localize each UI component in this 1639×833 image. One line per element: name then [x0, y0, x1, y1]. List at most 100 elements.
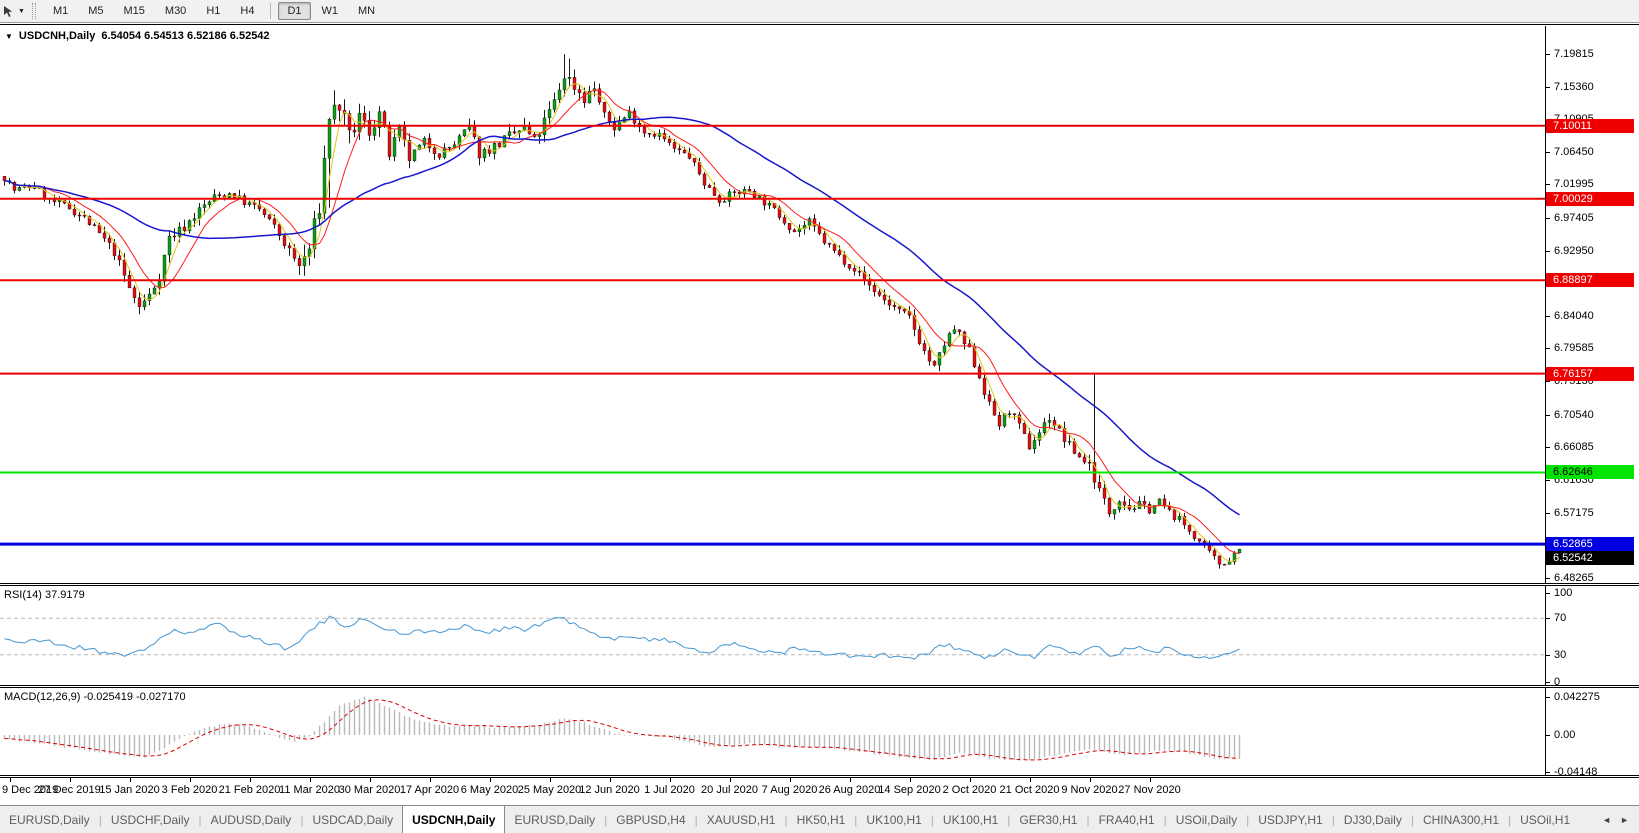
- macd-axis[interactable]: 0.042275 0.00 -0.04148: [1545, 688, 1639, 778]
- tick-dash: [1546, 696, 1550, 698]
- tab-usdcad-daily[interactable]: USDCAD,Daily: [303, 806, 402, 833]
- timeframe-button-m5[interactable]: M5: [79, 2, 112, 20]
- timeframe-button-m1[interactable]: M1: [44, 2, 77, 20]
- timeframe-button-mn[interactable]: MN: [349, 2, 384, 20]
- price-axis[interactable]: 7.198157.153607.109057.064507.019956.974…: [1545, 26, 1639, 584]
- tab-gbpusd-h4[interactable]: GBPUSD,H4: [607, 806, 694, 833]
- price-tick: 7.01995: [1546, 177, 1594, 191]
- price-tick: 6.70540: [1546, 408, 1594, 422]
- date-label: 14 Sep 2020: [878, 784, 941, 796]
- tab-usdchf-daily[interactable]: USDCHF,Daily: [102, 806, 199, 833]
- tab-usoil-daily[interactable]: USOil,Daily: [1167, 806, 1246, 833]
- current-price-badge: 6.52542: [1546, 551, 1634, 566]
- collapse-triangle-icon[interactable]: ▼: [5, 32, 13, 41]
- date-tick-mark: [189, 778, 191, 782]
- date-label: 11 Mar 2020: [279, 784, 340, 796]
- tab-usdjpy-h1[interactable]: USDJPY,H1: [1249, 806, 1331, 833]
- tabs-scroll-left-icon[interactable]: ◄: [1602, 815, 1611, 825]
- date-label: 2 Oct 2020: [942, 784, 997, 796]
- tab-eurusd-daily[interactable]: EURUSD,Daily: [0, 806, 99, 833]
- date-tick-mark: [909, 778, 911, 782]
- price-tick: 6.79585: [1546, 341, 1594, 355]
- price-tick: 6.57175: [1546, 506, 1594, 520]
- rsi-plot[interactable]: [0, 586, 1545, 687]
- timeframe-button-w1[interactable]: W1: [313, 2, 348, 20]
- tab-dj30-daily[interactable]: DJ30,Daily: [1335, 806, 1411, 833]
- date-tick-mark: [609, 778, 611, 782]
- rsi-axis[interactable]: 100 70 30 0: [1545, 586, 1639, 688]
- date-tick-mark: [849, 778, 851, 782]
- tick-dash: [1546, 593, 1550, 594]
- tab-audusd-daily[interactable]: AUDUSD,Daily: [202, 806, 301, 833]
- chart-title[interactable]: ▼ USDCNH,Daily 6.54054 6.54513 6.52186 6…: [5, 30, 270, 42]
- rsi-pane: RSI(14) 37.9179 100 70 30 0: [0, 585, 1639, 688]
- tick-dash: [1546, 151, 1550, 153]
- date-tick-mark: [9, 778, 11, 782]
- date-tick-mark: [369, 778, 371, 782]
- chart-tool-button[interactable]: ▼: [0, 5, 28, 18]
- tab-eurusd-daily[interactable]: EURUSD,Daily: [505, 806, 604, 833]
- tick-dash: [1546, 772, 1550, 774]
- date-tick-mark: [669, 778, 671, 782]
- tick-dash: [1546, 512, 1550, 514]
- tick-dash: [1546, 218, 1550, 220]
- date-tick-mark: [789, 778, 791, 782]
- tab-usoil-h1[interactable]: USOil,H1: [1511, 806, 1579, 833]
- date-tick-mark: [1029, 778, 1031, 782]
- macd-pane: MACD(12,26,9) -0.025419 -0.027170 0.0422…: [0, 687, 1639, 778]
- rsi-tick: 70: [1546, 611, 1566, 625]
- tab-ger30-h1[interactable]: GER30,H1: [1010, 806, 1086, 833]
- toolbar-grip[interactable]: [31, 3, 36, 19]
- date-label: 12 Jun 2020: [579, 784, 640, 796]
- tick-dash: [1546, 381, 1550, 383]
- tab-fra40-h1[interactable]: FRA40,H1: [1090, 806, 1164, 833]
- price-tick: 6.66085: [1546, 440, 1594, 454]
- rsi-label: RSI(14) 37.9179: [4, 589, 85, 601]
- tick-dash: [1546, 348, 1550, 350]
- date-tick-mark: [549, 778, 551, 782]
- tick-dash: [1546, 447, 1550, 449]
- tab-nav: ◄ ►: [1592, 806, 1639, 833]
- date-label: 27 Dec 2019: [38, 784, 101, 796]
- date-label: 17 Apr 2020: [399, 784, 460, 796]
- level-price-badge: 7.10011: [1546, 118, 1634, 133]
- timeframe-toolbar: ▼ M1 M5 M15 M30 H1 H4 D1 W1 MN: [0, 0, 1639, 23]
- date-axis[interactable]: 9 Dec 2019 27 Dec 2019 15 Jan 2020 3 Feb 20…: [0, 777, 1639, 805]
- tab-uk100-h1[interactable]: UK100,H1: [857, 806, 930, 833]
- date-tick-mark: [969, 778, 971, 782]
- chart-tabs: EURUSD,Daily | USDCHF,Daily | AUDUSD,Daily | U…: [0, 806, 1579, 833]
- date-tick-mark: [429, 778, 431, 782]
- price-tick: 7.06450: [1546, 145, 1594, 159]
- timeframe-button-m15[interactable]: M15: [115, 2, 154, 20]
- tab-china300-h1[interactable]: CHINA300,H1: [1414, 806, 1508, 833]
- date-label: 3 Feb 2020: [161, 784, 218, 796]
- date-label: 7 Aug 2020: [761, 784, 818, 796]
- timeframe-button-h1[interactable]: H1: [197, 2, 229, 20]
- timeframe-button-h4[interactable]: H4: [231, 2, 263, 20]
- date-label: 21 Oct 2020: [999, 784, 1060, 796]
- date-label: 20 Jul 2020: [701, 784, 758, 796]
- chart-region: ▼ USDCNH,Daily 6.54054 6.54513 6.52186 6…: [0, 24, 1639, 805]
- timeframe-button-m30[interactable]: M30: [156, 2, 195, 20]
- tick-dash: [1546, 414, 1550, 416]
- macd-tick: 0.00: [1546, 728, 1575, 742]
- tabs-scroll-right-icon[interactable]: ►: [1620, 815, 1629, 825]
- tick-dash: [1546, 577, 1550, 579]
- date-label: 25 May 2020: [517, 784, 582, 796]
- timeframe-button-d1[interactable]: D1: [278, 2, 311, 20]
- date-tick-mark: [1149, 778, 1151, 782]
- price-tick: 6.92950: [1546, 244, 1594, 258]
- toolbar-separator: [270, 3, 272, 19]
- chart-title-symbol: USDCNH,Daily: [18, 30, 96, 42]
- tick-dash: [1546, 250, 1550, 252]
- date-tick-mark: [309, 778, 311, 782]
- tab-hk50-h1[interactable]: HK50,H1: [788, 806, 855, 833]
- main-chart-plot[interactable]: [0, 26, 1545, 584]
- tab-usdcnh-daily[interactable]: USDCNH,Daily: [402, 806, 506, 833]
- tick-dash: [1546, 184, 1550, 186]
- macd-plot[interactable]: [0, 688, 1545, 777]
- price-tick: 6.84040: [1546, 309, 1594, 323]
- tab-xauusd-h1[interactable]: XAUUSD,H1: [698, 806, 785, 833]
- cursor-tool-icon: [4, 5, 12, 17]
- tab-uk100-h1[interactable]: UK100,H1: [934, 806, 1007, 833]
